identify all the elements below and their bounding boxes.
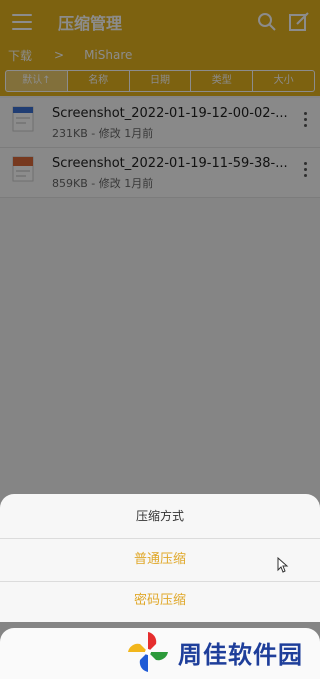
watermark: 周佳软件园 (126, 630, 303, 674)
password-compress-option[interactable]: 密码压缩 (0, 580, 320, 622)
pinwheel-logo-icon (126, 630, 170, 674)
mouse-cursor-icon (277, 556, 289, 573)
normal-compress-option[interactable]: 普通压缩 (0, 539, 320, 582)
compress-method-sheet: 压缩方式 普通压缩 密码压缩 (0, 494, 320, 622)
sheet-title: 压缩方式 (0, 494, 320, 539)
watermark-text: 周佳软件园 (178, 640, 303, 669)
